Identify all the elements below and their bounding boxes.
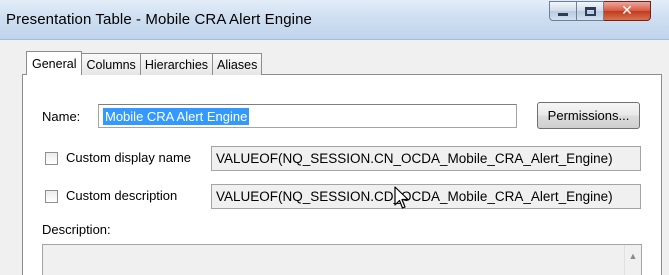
tab-general[interactable]: General bbox=[26, 51, 83, 75]
name-label: Name: bbox=[42, 109, 81, 124]
minimize-icon bbox=[558, 12, 568, 16]
maximize-icon bbox=[584, 6, 596, 16]
close-icon: ✕ bbox=[621, 3, 633, 19]
custom-display-name-label[interactable]: Custom display name bbox=[66, 150, 191, 165]
custom-description-label[interactable]: Custom description bbox=[66, 188, 177, 203]
custom-display-name-field[interactable]: VALUEOF(NQ_SESSION.CN_OCDA_Mobile_CRA_Al… bbox=[211, 146, 641, 171]
permissions-button[interactable]: Permissions... bbox=[537, 102, 640, 129]
custom-description-field[interactable]: VALUEOF(NQ_SESSION.CD_OCDA_Mobile_CRA_Al… bbox=[211, 184, 641, 209]
mouse-pointer-icon bbox=[394, 186, 409, 209]
title-bar[interactable]: Presentation Table - Mobile CRA Alert En… bbox=[0, 0, 669, 40]
description-label: Description: bbox=[42, 222, 111, 237]
window-title: Presentation Table - Mobile CRA Alert En… bbox=[6, 11, 312, 28]
window-controls: ✕ bbox=[549, 1, 651, 21]
custom-description-checkbox[interactable] bbox=[45, 190, 58, 203]
minimize-button[interactable] bbox=[549, 1, 577, 21]
tab-aliases[interactable]: Aliases bbox=[212, 53, 263, 75]
name-input[interactable]: Mobile CRA Alert Engine bbox=[98, 104, 517, 128]
scroll-up-arrow-icon[interactable]: ▲ bbox=[624, 245, 641, 275]
close-button[interactable]: ✕ bbox=[604, 1, 651, 21]
presentation-table-dialog: Presentation Table - Mobile CRA Alert En… bbox=[0, 0, 669, 275]
tab-columns[interactable]: Columns bbox=[81, 53, 141, 75]
custom-display-name-checkbox[interactable] bbox=[45, 152, 58, 165]
maximize-button[interactable] bbox=[577, 1, 604, 21]
tab-hierarchies[interactable]: Hierarchies bbox=[139, 53, 214, 75]
name-input-value: Mobile CRA Alert Engine bbox=[103, 107, 250, 125]
tab-strip: General Columns Hierarchies Aliases bbox=[26, 51, 263, 75]
description-textarea[interactable]: ▲ bbox=[42, 244, 642, 275]
